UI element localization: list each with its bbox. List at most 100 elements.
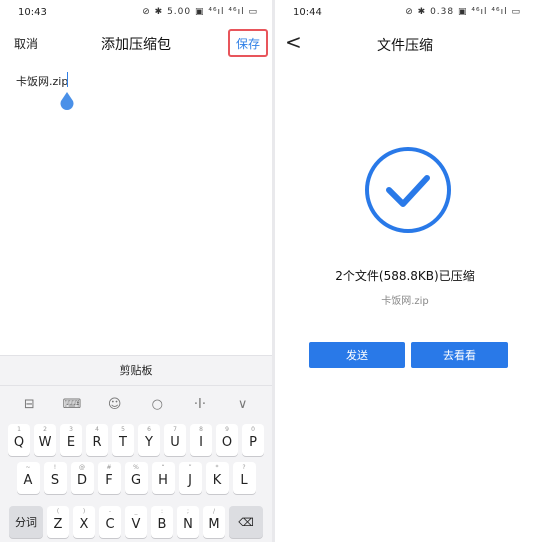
keyboard-tool-icon[interactable]: ⌨ bbox=[58, 397, 86, 412]
key-letter: Z bbox=[53, 516, 63, 532]
key-symbol: 3 bbox=[69, 426, 73, 433]
key-symbol: % bbox=[133, 464, 139, 471]
key-symbol: @ bbox=[79, 464, 85, 471]
keyboard-tool-icon[interactable]: ☺ bbox=[101, 397, 129, 412]
backspace-key[interactable]: ⌫ bbox=[229, 506, 263, 538]
right-screen: 10:44 ⊘ ✱ 0.38 ▣ ⁴⁶ıl ⁴⁶ıl ▭ < 文件压缩 2个文件… bbox=[275, 0, 535, 542]
save-button[interactable]: 保存 bbox=[228, 29, 268, 57]
keyboard-tool-icon[interactable]: ∨ bbox=[229, 397, 257, 412]
keyboard-tool-icon[interactable]: ⊟ bbox=[15, 397, 43, 412]
filename-input[interactable]: 卡饭网.zip bbox=[16, 73, 68, 89]
key-row-3: 分词 (Z) X - C _ V: B; N / M ⌫ bbox=[0, 506, 272, 538]
key[interactable]: 7U bbox=[164, 424, 186, 456]
status-bar: 10:43 ⊘ ✱ 5.00 ▣ ⁴⁶ıl ⁴⁶ıl ▭ bbox=[0, 0, 272, 24]
key-row-2: ~ A! S @ D # F% G “H” J * K? L bbox=[0, 462, 272, 494]
key-symbol: 5 bbox=[121, 426, 125, 433]
key-symbol: 9 bbox=[225, 426, 229, 433]
key-letter: A bbox=[23, 472, 33, 488]
key[interactable]: % G bbox=[124, 462, 148, 494]
key[interactable]: / M bbox=[203, 506, 225, 538]
key-letter: J bbox=[188, 472, 192, 488]
send-button[interactable]: 发送 bbox=[309, 342, 405, 368]
key-symbol: - bbox=[108, 508, 112, 515]
key[interactable]: * K bbox=[205, 462, 229, 494]
key[interactable]: (Z bbox=[47, 506, 69, 538]
status-time: 10:43 bbox=[18, 6, 47, 18]
key-letter: H bbox=[158, 472, 168, 488]
key[interactable]: 8I bbox=[190, 424, 212, 456]
page-title: 文件压缩 bbox=[377, 38, 433, 54]
cursor-handle-icon[interactable] bbox=[59, 92, 75, 110]
key[interactable]: 2W bbox=[34, 424, 56, 456]
key-symbol: ” bbox=[188, 464, 192, 471]
key-symbol: # bbox=[106, 464, 112, 471]
left-screen: 10:43 ⊘ ✱ 5.00 ▣ ⁴⁶ıl ⁴⁶ıl ▭ 取消 添加压缩包 保存… bbox=[0, 0, 272, 542]
key[interactable]: 5T bbox=[112, 424, 134, 456]
key-letter: N bbox=[183, 516, 193, 532]
key-letter: U bbox=[170, 434, 180, 450]
key[interactable]: _ V bbox=[125, 506, 147, 538]
key-symbol: 6 bbox=[147, 426, 151, 433]
key-symbol: 4 bbox=[95, 426, 99, 433]
key-symbol: : bbox=[160, 508, 164, 515]
key[interactable]: 0P bbox=[242, 424, 264, 456]
key-letter: E bbox=[66, 434, 76, 450]
key[interactable]: 3E bbox=[60, 424, 82, 456]
clipboard-title[interactable]: 剪贴板 bbox=[0, 356, 272, 386]
header: 取消 添加压缩包 保存 bbox=[0, 28, 272, 58]
key[interactable]: ! S bbox=[43, 462, 67, 494]
key[interactable]: “H bbox=[151, 462, 175, 494]
key[interactable]: :B bbox=[151, 506, 173, 538]
key-letter: S bbox=[50, 472, 60, 488]
keyboard: 剪贴板 ⊟ ⌨ ☺ ○ ·I· ∨ 1Q2W3E4R5T6Y7U8I9O0P ~ A! S @ D… bbox=[0, 355, 272, 542]
key-letter: T bbox=[119, 434, 127, 450]
key-letter: B bbox=[157, 516, 167, 532]
key-symbol: “ bbox=[161, 464, 165, 471]
key[interactable]: 6Y bbox=[138, 424, 160, 456]
key[interactable]: 9O bbox=[216, 424, 238, 456]
key-letter: K bbox=[212, 472, 222, 488]
key-row-1: 1Q2W3E4R5T6Y7U8I9O0P bbox=[0, 424, 272, 456]
key-letter: V bbox=[131, 516, 141, 532]
key-letter: R bbox=[92, 434, 102, 450]
key-symbol: ~ bbox=[25, 464, 31, 471]
key[interactable]: ; N bbox=[177, 506, 199, 538]
key[interactable]: @ D bbox=[70, 462, 94, 494]
key[interactable]: ” J bbox=[178, 462, 202, 494]
text-cursor bbox=[67, 72, 68, 87]
key-symbol: ; bbox=[186, 508, 190, 515]
status-bar: 10:44 ⊘ ✱ 0.38 ▣ ⁴⁶ıl ⁴⁶ıl ▭ bbox=[275, 0, 535, 24]
key[interactable]: ? L bbox=[232, 462, 256, 494]
archive-filename: 卡饭网.zip bbox=[381, 296, 429, 307]
keyboard-tool-icon[interactable]: ·I· bbox=[186, 397, 214, 412]
key-letter: I bbox=[199, 434, 203, 450]
key-letter: D bbox=[76, 472, 87, 488]
segment-key[interactable]: 分词 bbox=[9, 506, 43, 538]
key[interactable]: -C bbox=[99, 506, 121, 538]
key[interactable]: 1Q bbox=[8, 424, 30, 456]
key-row-3-letters: (Z) X - C _ V: B; N / M bbox=[47, 506, 225, 538]
key[interactable]: 4R bbox=[86, 424, 108, 456]
key-symbol: 0 bbox=[251, 426, 255, 433]
status-time: 10:44 bbox=[293, 6, 322, 18]
key-letter: W bbox=[38, 434, 52, 450]
key-letter: P bbox=[249, 434, 257, 450]
key-symbol: ! bbox=[53, 464, 57, 471]
key[interactable]: # F bbox=[97, 462, 121, 494]
keyboard-tool-icon[interactable]: ○ bbox=[143, 397, 171, 412]
key-symbol: / bbox=[212, 508, 216, 515]
key-symbol: ( bbox=[56, 508, 60, 515]
key[interactable]: ~ A bbox=[16, 462, 40, 494]
key-letter: G bbox=[130, 472, 142, 488]
header: < 文件压缩 bbox=[275, 28, 535, 58]
view-button[interactable]: 去看看 bbox=[411, 342, 508, 368]
key-symbol: 2 bbox=[43, 426, 47, 433]
key[interactable]: ) X bbox=[73, 506, 95, 538]
key-letter: F bbox=[105, 472, 113, 488]
status-icons: ⊘ ✱ 0.38 ▣ ⁴⁶ıl ⁴⁶ıl ▭ bbox=[405, 7, 521, 17]
key-symbol: 7 bbox=[173, 426, 177, 433]
key-letter: O bbox=[221, 434, 233, 450]
compress-message: 2个文件(588.8KB)已压缩 bbox=[335, 269, 475, 283]
status-icons: ⊘ ✱ 5.00 ▣ ⁴⁶ıl ⁴⁶ıl ▭ bbox=[142, 7, 258, 17]
keyboard-toolbar: ⊟ ⌨ ☺ ○ ·I· ∨ bbox=[0, 389, 272, 419]
